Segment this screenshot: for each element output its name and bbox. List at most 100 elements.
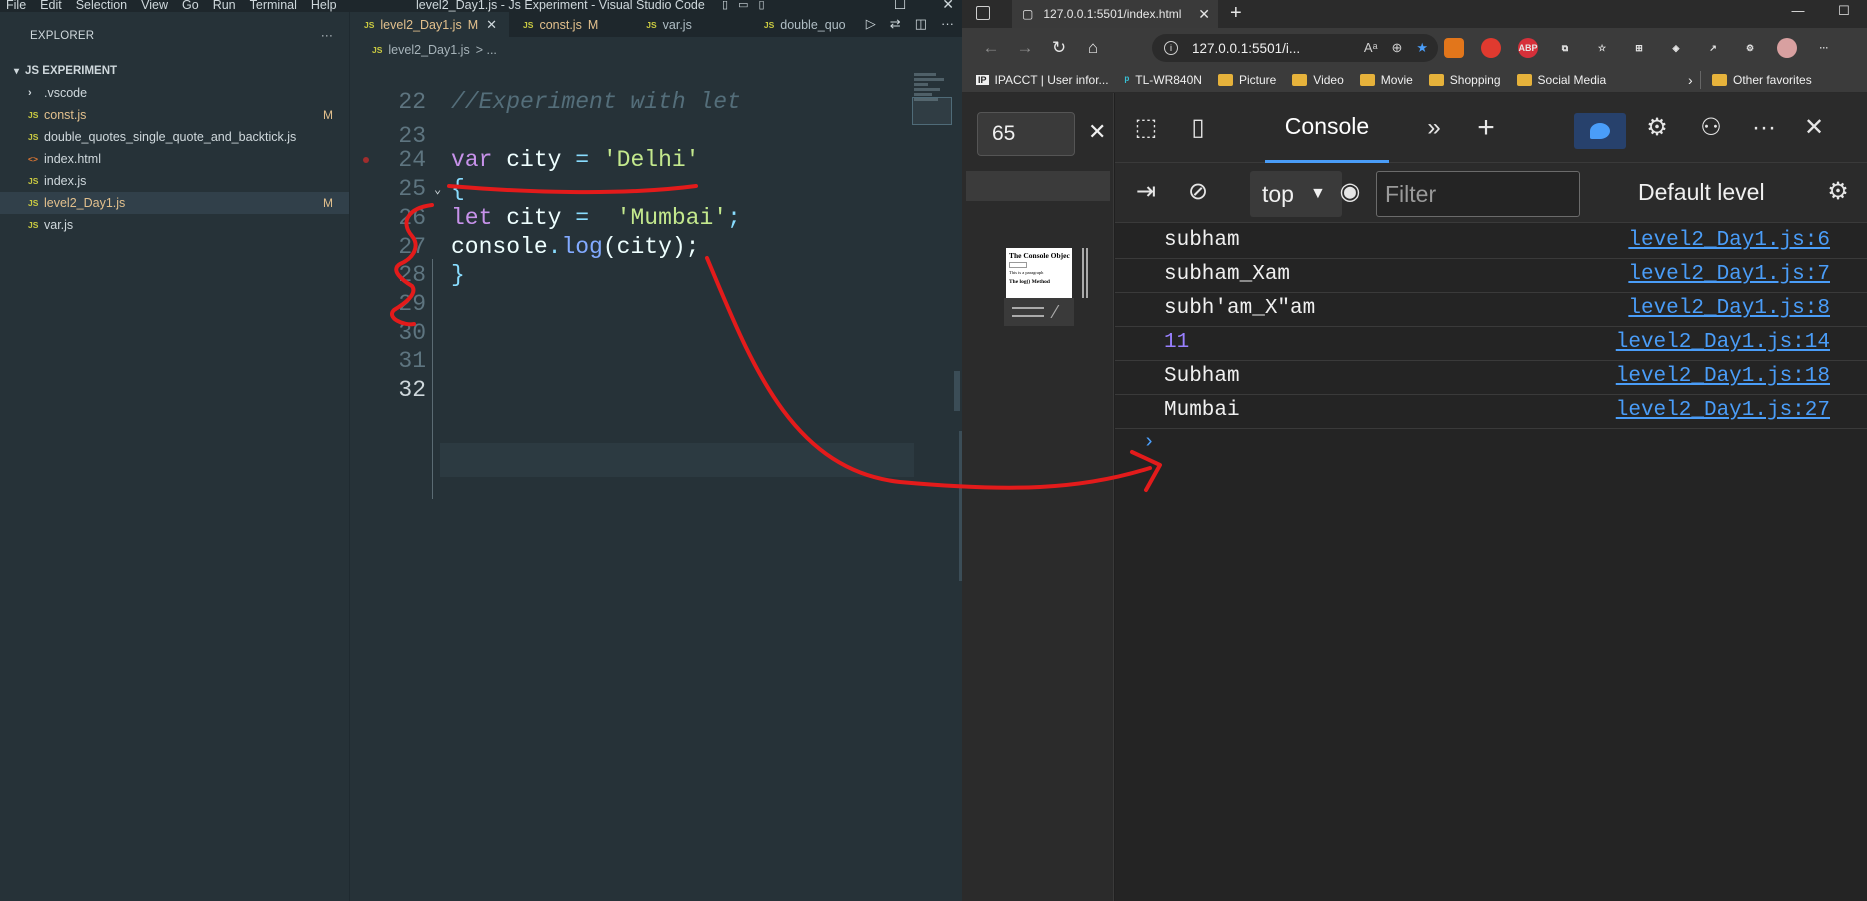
bookmark-folder-video[interactable]: Video xyxy=(1292,73,1344,87)
menu-terminal[interactable]: Terminal xyxy=(250,0,297,12)
file-item-level2-day1-js[interactable]: JS level2_Day1.js M xyxy=(0,192,349,214)
breadcrumb-rest[interactable]: > ... xyxy=(476,43,497,57)
chevron-down-icon[interactable]: ⌄ xyxy=(434,182,441,197)
browser-tab[interactable]: ▢ 127.0.0.1:5501/index.html ✕ xyxy=(1012,0,1218,28)
profile-avatar[interactable] xyxy=(1777,38,1797,58)
source-link[interactable]: level2_Day1.js:27 xyxy=(1616,399,1830,422)
minimize-icon[interactable]: — xyxy=(1775,0,1821,22)
settings-icon[interactable]: ⚙ xyxy=(1740,38,1760,58)
close-icon[interactable]: ✕ xyxy=(1088,119,1106,145)
more-menu-icon[interactable]: ··· xyxy=(1814,38,1834,58)
address-bar[interactable]: i 127.0.0.1:5501/i... Aᵃ ⊕ ★ xyxy=(1152,34,1438,62)
favorite-star-icon[interactable]: ★ xyxy=(1416,40,1428,56)
code-editor[interactable]: 22 //Experiment with let 23 24 var city … xyxy=(350,73,962,901)
menu-run[interactable]: Run xyxy=(213,0,236,12)
tab-label: const.js xyxy=(539,17,582,32)
forward-icon[interactable]: → xyxy=(1008,38,1042,58)
bookmark-folder-movie[interactable]: Movie xyxy=(1359,73,1413,87)
resize-handle[interactable] xyxy=(1082,248,1088,298)
toggle-sidebar-icon[interactable]: ▯ xyxy=(722,0,728,11)
browser-essentials-icon[interactable]: ◈ xyxy=(1666,38,1686,58)
menu-edit[interactable]: Edit xyxy=(40,0,62,12)
close-tab-icon[interactable]: ✕ xyxy=(1198,6,1210,23)
new-tab-button[interactable]: + xyxy=(1230,2,1242,25)
console-prompt[interactable]: › xyxy=(1143,431,1155,454)
file-item-var-js[interactable]: JS var.js xyxy=(0,214,349,236)
file-item-index-html[interactable]: <> index.html xyxy=(0,148,349,170)
bookmark-folder-picture[interactable]: Picture xyxy=(1217,73,1276,87)
bookmark-folder-shopping[interactable]: Shopping xyxy=(1428,73,1501,87)
add-tab-icon[interactable]: + xyxy=(1469,111,1503,145)
favorites-icon[interactable]: ☆ xyxy=(1592,38,1612,58)
tab-var-js[interactable]: JS var.js xyxy=(610,12,704,37)
tab-double-quotes-js[interactable]: JS double_quo xyxy=(703,12,858,37)
compare-changes-icon[interactable]: ⇄ xyxy=(890,16,901,32)
toggle-secondary-sidebar-icon[interactable]: ▯ xyxy=(758,0,764,11)
toggle-panel-icon[interactable]: ▭ xyxy=(738,0,748,11)
home-icon[interactable]: ⌂ xyxy=(1076,38,1110,58)
bookmark-folder-social-media[interactable]: Social Media xyxy=(1516,73,1606,87)
context-select[interactable]: top ▼ xyxy=(1250,171,1342,217)
source-link[interactable]: level2_Day1.js:7 xyxy=(1628,263,1830,286)
extension-red-icon[interactable] xyxy=(1481,38,1501,58)
collections-icon[interactable]: ⊞ xyxy=(1629,38,1649,58)
bookmark-tl-wr840n[interactable]: ᵖ TL-WR840N xyxy=(1125,73,1202,87)
extensions-puzzle-icon[interactable]: ⧉ xyxy=(1555,38,1575,58)
run-icon[interactable]: ▷ xyxy=(866,16,876,32)
feedback-icon[interactable]: ⚇ xyxy=(1694,111,1728,145)
console-filter-input[interactable] xyxy=(1376,171,1580,217)
back-icon[interactable]: ← xyxy=(974,38,1008,58)
file-item-const-js[interactable]: JS const.js M xyxy=(0,104,349,126)
more-tabs-icon[interactable]: » xyxy=(1417,111,1451,145)
menu-help[interactable]: Help xyxy=(311,0,337,12)
menu-file[interactable]: File xyxy=(6,0,26,12)
tab-actions-icon[interactable] xyxy=(976,6,990,20)
device-emulation-icon[interactable]: ▯ xyxy=(1181,111,1215,145)
breadcrumb-file[interactable]: level2_Day1.js xyxy=(388,43,469,57)
clear-console-icon[interactable]: ⊘ xyxy=(1181,175,1215,209)
adblock-plus-icon[interactable]: ABP xyxy=(1518,38,1538,58)
maximize-icon[interactable]: ☐ xyxy=(1821,0,1867,22)
menu-view[interactable]: View xyxy=(141,0,168,12)
issues-button[interactable] xyxy=(1574,113,1626,149)
source-link[interactable]: level2_Day1.js:14 xyxy=(1616,331,1830,354)
minimap-viewport[interactable] xyxy=(912,97,952,125)
file-item-index-js[interactable]: JS index.js xyxy=(0,170,349,192)
source-link[interactable]: level2_Day1.js:18 xyxy=(1616,365,1830,388)
chevron-right-icon[interactable]: › xyxy=(1688,72,1693,88)
inspect-element-icon[interactable]: ⬚ xyxy=(1129,111,1163,145)
zoom-icon[interactable]: ⊕ xyxy=(1391,40,1402,56)
close-tab-icon[interactable]: ✕ xyxy=(486,17,497,33)
more-options-icon[interactable]: ··· xyxy=(1747,111,1781,145)
split-editor-icon[interactable]: ◫ xyxy=(915,16,927,32)
site-info-icon[interactable]: i xyxy=(1164,41,1178,55)
explorer-more-icon[interactable]: ··· xyxy=(321,30,333,42)
resizer-control[interactable]: ⁄ xyxy=(1004,298,1074,326)
share-icon[interactable]: ↗ xyxy=(1703,38,1723,58)
zoom-level-input[interactable]: 65 xyxy=(977,112,1075,156)
tab-const-js[interactable]: JS const.js M xyxy=(509,12,611,37)
live-expression-eye-icon[interactable]: ◉ xyxy=(1333,175,1367,209)
tab-level2-day1-js[interactable]: JS level2_Day1.js M ✕ xyxy=(350,12,510,37)
close-devtools-icon[interactable]: ✕ xyxy=(1797,111,1831,145)
breakpoint-marker[interactable] xyxy=(363,157,369,163)
gear-icon[interactable]: ⚙ xyxy=(1640,111,1674,145)
file-item-double-quotes-js[interactable]: JS double_quotes_single_quote_and_backti… xyxy=(0,126,349,148)
tab-console[interactable]: Console xyxy=(1265,93,1389,163)
more-actions-icon[interactable]: ··· xyxy=(941,16,954,32)
file-item-vscode-folder[interactable]: › .vscode xyxy=(0,82,349,104)
workspace-folder[interactable]: ▾ JS EXPERIMENT xyxy=(0,60,349,82)
metamask-icon[interactable] xyxy=(1444,38,1464,58)
log-level-select[interactable]: Default level xyxy=(1638,179,1765,206)
console-settings-gear-icon[interactable]: ⚙ xyxy=(1821,175,1855,209)
vertical-scrollbar[interactable] xyxy=(954,371,960,411)
source-link[interactable]: level2_Day1.js:6 xyxy=(1628,229,1830,252)
refresh-icon[interactable]: ↻ xyxy=(1042,38,1076,58)
bookmark-ipacct[interactable]: IP IPACCT | User infor... xyxy=(976,73,1109,87)
show-sidebar-icon[interactable]: ⇥ xyxy=(1129,175,1163,209)
source-link[interactable]: level2_Day1.js:8 xyxy=(1628,297,1830,320)
read-aloud-icon[interactable]: Aᵃ xyxy=(1364,40,1378,56)
menu-go[interactable]: Go xyxy=(182,0,199,12)
menu-selection[interactable]: Selection xyxy=(76,0,127,12)
bookmark-other-favorites[interactable]: Other favorites xyxy=(1712,73,1812,87)
